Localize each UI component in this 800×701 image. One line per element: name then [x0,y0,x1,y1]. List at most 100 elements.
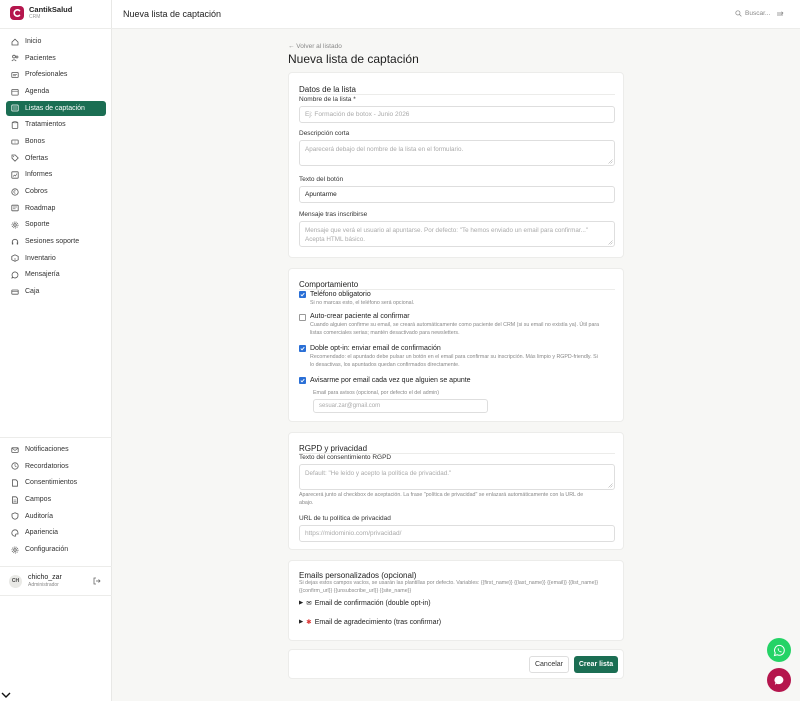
logout-icon[interactable] [93,577,101,585]
chart-icon [11,171,19,179]
sidebar-item-consentimientos[interactable]: Consentimientos [6,475,106,490]
whatsapp-button[interactable] [767,638,791,662]
sidebar-item-label: Notificaciones [25,446,69,453]
thanks-email-label: Email de agradecimiento (tras confirmar) [314,618,442,626]
notify-email-label: Email para avisos (opcional, por defecto… [313,390,440,396]
list-name-input[interactable]: Ej: Formación de botox - Junio 2026 [299,106,615,123]
consent-textarea[interactable]: Default: "He leído y acepto la política … [299,464,615,490]
user-panel: CH chicho_zar Administrador [0,566,112,596]
resize-handle-icon[interactable] [608,483,613,488]
confirmation-email-toggle[interactable]: ▶ ✉ Email de confirmación (double opt-in… [299,599,431,608]
sidebar-item-soporte[interactable]: Soporte [6,217,106,232]
sidebar-item-notificaciones[interactable]: Notificaciones [6,442,106,457]
sidebar-item-campos[interactable]: Campos [6,492,106,507]
sidebar-item-inventario[interactable]: Inventario [6,251,106,266]
topbar: Nueva lista de captación Buscar... [112,0,800,29]
resize-handle-icon[interactable] [608,240,613,245]
sidebar-item-recordatorios[interactable]: Recordatorios [6,459,106,474]
button-text-input[interactable]: Apuntarme [299,186,615,203]
section-title: RGPD y privacidad [299,444,368,453]
file-icon [11,479,19,487]
sidebar-item-label: Consentimientos [25,479,78,487]
emails-help-line2: {{confirm_url}} {{unsubscribe_url}} {{si… [299,588,412,594]
back-link[interactable]: ← Volver al listado [288,43,342,50]
mail-icon [11,446,19,454]
sidebar-item-mensajeria[interactable]: Mensajería [6,267,106,282]
clipboard-icon [11,121,19,129]
sidebar-item-label: Informes [25,171,53,179]
description-label: Descripción corta [299,130,350,137]
shield-icon [11,512,19,520]
sidebar-item-bonos[interactable]: Bonos [6,134,106,149]
double-optin-checkbox[interactable] [299,345,306,352]
sidebar-item-label: Tratamientos [25,121,66,129]
auto-create-label: Auto-crear paciente al confirmar [310,313,410,320]
support-chat-button[interactable] [767,668,791,692]
avatar[interactable]: CH [9,574,22,588]
thanks-email-toggle[interactable]: ▶ ✱ Email de agradecimiento (tras confir… [299,618,442,627]
sidebar-item-cobros[interactable]: € Cobros [6,184,106,199]
headset-icon [11,238,19,246]
phone-required-help: Si no marcas esto, el teléfono será opci… [310,300,415,306]
sidebar-item-pacientes[interactable]: Pacientes [6,51,106,66]
divider [299,94,615,95]
consent-help-line2: abajo. [299,500,314,506]
double-optin-help-line1: Recomendado: el apuntado debe pulsar un … [310,354,598,360]
calendar-icon [11,88,19,96]
sidebar-item-label: Caja [25,288,40,296]
svg-text:€: € [13,189,16,195]
sidebar-item-inicio[interactable]: Inicio [6,34,106,49]
sidebar-item-listas-captacion[interactable]: Listas de captación [6,100,106,116]
sidebar-item-label: Profesionales [25,71,68,79]
cancel-button[interactable]: Cancelar [529,656,569,673]
auto-create-help-line2: listas comerciales serias; mantén desact… [310,330,460,336]
document-icon [11,495,19,504]
user-name: chicho_zar [28,574,62,581]
sidebar-item-tratamientos[interactable]: Tratamientos [6,117,106,132]
notify-label: Avisarme por email cada vez que alguien … [310,377,471,384]
tag-icon [11,154,19,162]
users-icon [11,54,19,62]
resize-handle-icon[interactable] [608,159,613,164]
brand-sub: CRM [29,14,41,20]
whatsapp-icon [773,644,785,656]
brand[interactable]: CantikSalud CRM [10,6,72,20]
privacy-url-label: URL de tu política de privacidad [299,515,391,522]
sidebar-item-roadmap[interactable]: Roadmap [6,201,106,216]
sidebar-item-ofertas[interactable]: Ofertas [6,151,106,166]
emails-card: Emails personalizados (opcional) Si deja… [288,560,624,641]
sidebar-item-label: Listas de captación [25,104,85,112]
privacy-url-input[interactable]: https://midominio.com/privacidad/ [299,525,615,542]
section-title: Datos de la lista [299,85,356,94]
message-placeholder: Mensaje que verá el usuario al apuntarse… [305,227,589,243]
notify-checkbox[interactable] [299,377,306,384]
sidebar-item-sesiones-soporte[interactable]: Sesiones soporte [6,234,106,249]
sidebar-item-configuracion[interactable]: Configuración [6,542,106,557]
chevron-down-icon[interactable] [1,691,11,699]
description-textarea[interactable]: Aparecerá debajo del nombre de la lista … [299,140,615,166]
notify-email-input[interactable]: sesuar.zar@gmail.com [313,399,488,413]
home-icon [11,38,19,46]
sidebar-item-caja[interactable]: Caja [6,284,106,299]
auto-create-checkbox[interactable] [299,314,306,321]
shortcut-icon[interactable] [776,10,784,18]
name-label: Nombre de la lista * [299,96,356,103]
sidebar-item-agenda[interactable]: Agenda [6,84,106,99]
phone-required-checkbox[interactable] [299,291,306,298]
list-icon [11,104,19,112]
datos-card: Datos de la lista Nombre de la lista * E… [288,72,624,258]
confirmation-email-label: Email de confirmación (double opt-in) [314,599,431,607]
sidebar-item-label: Sesiones soporte [25,238,80,246]
sidebar-item-apariencia[interactable]: Apariencia [6,525,106,540]
chat-bubble-icon [773,675,783,685]
phone-required-label: Teléfono obligatorio [310,291,371,298]
sidebar-item-auditoria[interactable]: Auditoría [6,509,106,524]
message-textarea[interactable]: Mensaje que verá el usuario al apuntarse… [299,221,615,247]
search-input[interactable]: Buscar... [735,10,770,17]
disclosure-triangle-icon: ▶ [299,600,304,606]
sidebar-item-informes[interactable]: Informes [6,167,106,182]
sidebar-item-profesionales[interactable]: Profesionales [6,67,106,82]
cash-icon [11,288,19,296]
sidebar-item-label: Roadmap [25,204,56,212]
create-list-button[interactable]: Crear lista [574,656,618,673]
